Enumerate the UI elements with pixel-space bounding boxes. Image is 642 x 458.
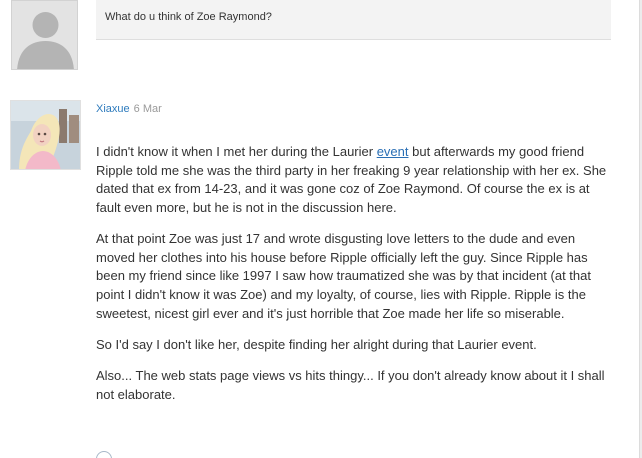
event-link[interactable]: event: [377, 144, 409, 159]
user-photo-icon: [11, 101, 80, 169]
comment-body: I didn't know it when I met her during t…: [96, 143, 616, 417]
circle-icon[interactable]: [96, 451, 112, 458]
commenter-avatar[interactable]: [10, 100, 81, 170]
qa-page: What do u think of Zoe Raymond? Xiaxue 6 …: [0, 0, 642, 458]
p1-before: I didn't know it when I met her during t…: [96, 144, 377, 159]
comment-paragraph-4: Also... The web stats page views vs hits…: [96, 368, 605, 402]
question-text: What do u think of Zoe Raymond?: [105, 11, 272, 23]
comment-date: 6 Mar: [133, 103, 162, 115]
asker-avatar[interactable]: [11, 0, 78, 70]
question-box: What do u think of Zoe Raymond?: [96, 0, 611, 40]
comment-paragraph-3: So I'd say I don't like her, despite fin…: [96, 336, 537, 352]
comment-paragraph-2: At that point Zoe was just 17 and wrote …: [96, 231, 591, 321]
comment-author-link[interactable]: Xiaxue: [96, 103, 130, 115]
comment-meta: Xiaxue 6 Mar: [96, 103, 162, 115]
comment-paragraph-1: I didn't know it when I met her during t…: [96, 143, 616, 217]
default-user-silhouette-icon: [12, 1, 77, 69]
